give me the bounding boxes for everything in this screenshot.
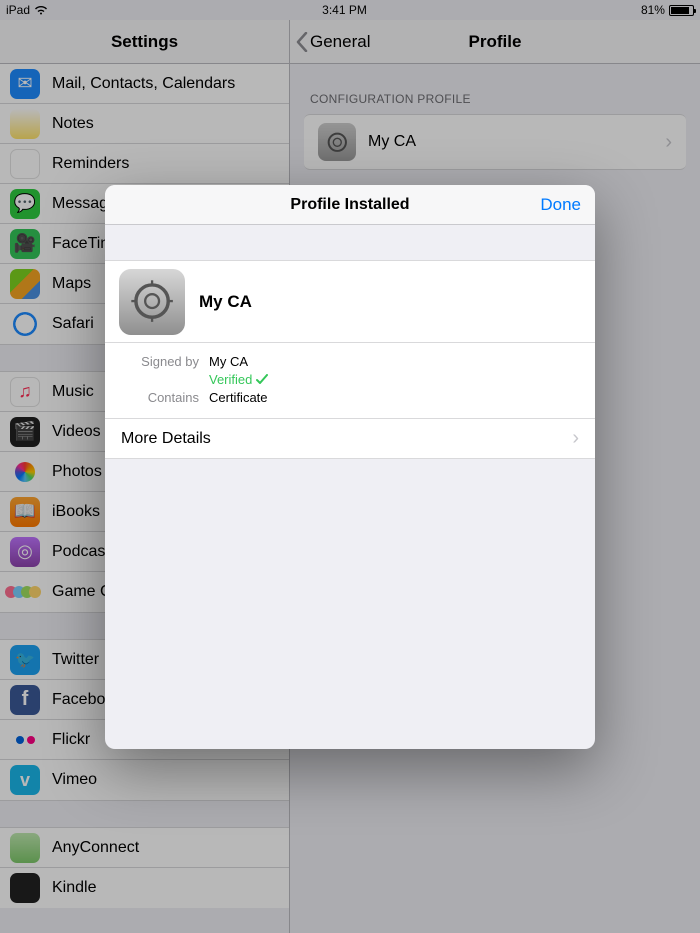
signed-by-value: My CA [209,354,248,369]
modal-metadata: Signed by My CA Verified Contains Certif… [105,343,595,419]
modal-profile-row: My CA [105,261,595,343]
profile-installed-modal: Profile Installed Done My CA Signed by M… [105,185,595,749]
more-details-row[interactable]: More Details › [105,419,595,459]
contains-value: Certificate [209,390,268,405]
modal-title: Profile Installed [290,196,409,214]
modal-profile-gear-icon [119,269,185,335]
contains-label: Contains [121,390,199,405]
more-details-label: More Details [121,430,211,448]
checkmark-icon [256,374,268,386]
modal-navbar: Profile Installed Done [105,185,595,225]
done-button[interactable]: Done [540,195,581,215]
modal-profile-name: My CA [199,292,252,312]
verified-status: Verified [209,372,268,387]
chevron-right-icon: › [572,427,579,450]
signed-by-label: Signed by [121,354,199,369]
